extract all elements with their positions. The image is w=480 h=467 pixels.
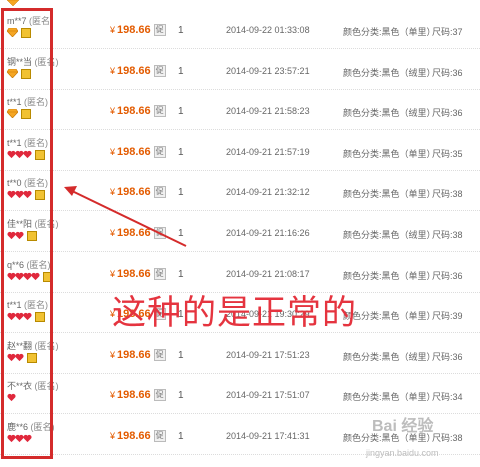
product-size: 尺码:36: [432, 351, 463, 362]
currency-symbol: ¥: [110, 106, 116, 117]
product-spec: 颜色分类:黑色（单里）: [343, 148, 436, 159]
purchase-time: 2014-09-21 21:08:17: [226, 268, 310, 279]
quantity: 1: [178, 65, 184, 77]
purchase-time: 2014-09-21 17:51:23: [226, 349, 310, 360]
transaction-row: 钢**当 (匿名) ¥198.66 促 1 2014-09-21 23:57:21…: [0, 49, 480, 90]
currency-symbol: ¥: [110, 25, 116, 35]
currency-symbol: ¥: [110, 390, 116, 401]
price-value: 198.66: [117, 389, 151, 402]
product-size: 尺码:34: [432, 392, 463, 403]
product-size: 尺码:36: [432, 108, 463, 119]
quantity: 1: [178, 390, 184, 402]
price: ¥198.66促: [110, 430, 166, 442]
product-size: 尺码:38: [432, 230, 463, 240]
price-value: 198.66: [117, 430, 151, 442]
quantity: 1: [178, 25, 184, 36]
transaction-row: 不**衣 (匿名) ¥198.66 促 1 2014-09-21 17:51:07…: [0, 373, 480, 415]
currency-symbol: ¥: [110, 65, 116, 76]
price: ¥198.66促: [110, 64, 166, 77]
product-size: 尺码:37: [432, 27, 463, 37]
promo-badge: 促: [153, 430, 166, 442]
watermark-logo: Bai 经验: [372, 418, 434, 435]
product-size: 尺码:36: [432, 270, 463, 281]
purchase-time: 2014-09-21 21:32:12: [226, 187, 310, 198]
quantity: 1: [178, 146, 184, 158]
price: ¥198.66促: [110, 105, 166, 118]
price-value: 198.66: [117, 24, 151, 36]
product-size: 尺码:38: [432, 433, 463, 443]
clipped-diamond-icon: [6, 0, 20, 7]
price: ¥198.66促: [110, 348, 166, 361]
price-value: 198.66: [117, 105, 151, 118]
product-spec: 颜色分类:黑色（单里）: [343, 189, 436, 200]
price: ¥198.66促: [110, 267, 166, 280]
product-spec: 颜色分类:黑色（绒里）: [343, 230, 436, 240]
currency-symbol: ¥: [110, 268, 116, 279]
promo-badge: 促: [153, 105, 166, 118]
promo-badge: 促: [153, 64, 166, 77]
purchase-time: 2014-09-21 23:57:21: [226, 65, 310, 76]
quantity: 1: [178, 431, 184, 442]
product-spec: 颜色分类:黑色（单里）: [343, 270, 436, 281]
purchase-time: 2014-09-21 17:51:07: [226, 390, 310, 401]
buyer-column-highlight-box: [1, 8, 53, 459]
product-spec: 颜色分类:黑色（绒里）: [343, 351, 436, 362]
price-value: 198.66: [117, 348, 151, 361]
promo-badge: 促: [153, 389, 166, 402]
purchase-time: 2014-09-21 21:57:19: [226, 146, 310, 157]
purchase-time: 2014-09-21 17:41:31: [226, 431, 310, 441]
price-value: 198.66: [117, 64, 151, 77]
transaction-row: m**7 (匿名) ¥198.66 促 1 2014-09-22 01:33:08…: [0, 8, 480, 49]
watermark-url: jingyan.baidu.com: [366, 448, 439, 458]
price-value: 198.66: [117, 145, 151, 158]
product-size: 尺码:39: [432, 311, 463, 322]
purchase-time: 2014-09-22 01:33:08: [226, 25, 310, 35]
purchase-time: 2014-09-21 21:16:26: [226, 228, 310, 238]
product-size: 尺码:35: [432, 148, 463, 159]
price: ¥198.66促: [110, 145, 166, 158]
purchase-time: 2014-09-21 21:58:23: [226, 106, 310, 117]
promo-badge: 促: [153, 267, 166, 280]
product-spec: 颜色分类:黑色（绒里）: [343, 108, 436, 119]
product-spec: 颜色分类:黑色（单里）: [343, 27, 436, 37]
promo-badge: 促: [153, 24, 166, 36]
product-size: 尺码:36: [432, 67, 463, 78]
price: ¥198.66促: [110, 24, 166, 36]
quantity: 1: [178, 268, 184, 280]
promo-badge: 促: [153, 348, 166, 361]
product-spec: 颜色分类:黑色（绒里）: [343, 67, 436, 78]
annotation-text: 这种的是正常的: [112, 293, 357, 333]
product-spec: 颜色分类:黑色（单里）: [343, 392, 436, 403]
quantity: 1: [178, 349, 184, 361]
currency-symbol: ¥: [110, 349, 116, 360]
price-value: 198.66: [117, 267, 151, 280]
currency-symbol: ¥: [110, 431, 116, 441]
transaction-row: t**1 (匿名) ¥198.66 促 1 2014-09-21 21:58:23…: [0, 89, 480, 131]
quantity: 1: [178, 106, 184, 118]
price: ¥198.66促: [110, 389, 166, 402]
product-size: 尺码:38: [432, 189, 463, 200]
transaction-row: t**1 (匿名) ¥198.66 促 1 2014-09-21 21:57:19…: [0, 130, 480, 171]
transaction-row: 赵**翻 (匿名) ¥198.66 促 1 2014-09-21 17:51:23…: [0, 333, 480, 374]
annotation-arrow: [64, 186, 187, 247]
promo-badge: 促: [153, 145, 166, 158]
currency-symbol: ¥: [110, 146, 116, 157]
